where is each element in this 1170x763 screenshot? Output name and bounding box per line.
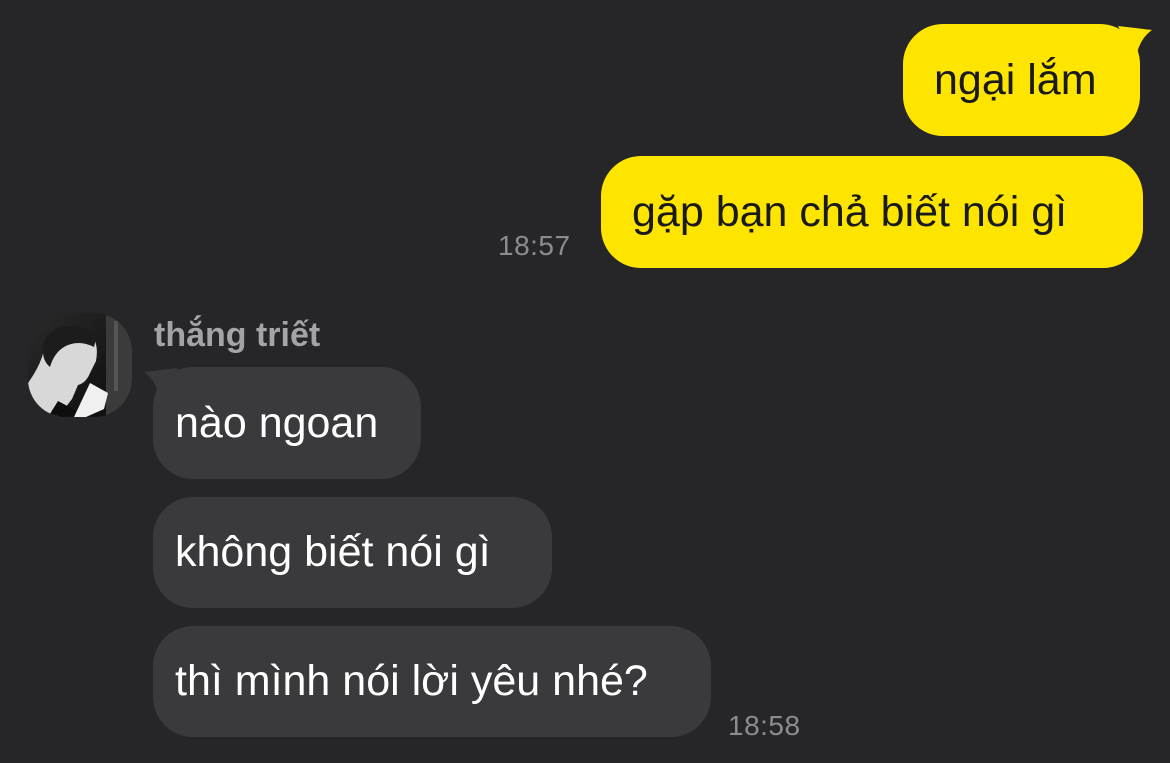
message-text: nào ngoan (175, 398, 379, 447)
incoming-message-bubble[interactable]: nào ngoan (153, 367, 421, 479)
chat-view: ngại lắm gặp bạn chả biết nói gì 18:57 t… (0, 0, 1170, 763)
message-timestamp: 18:57 (498, 230, 571, 261)
message-text: ngại lắm (934, 55, 1097, 104)
bubble-tail (1118, 26, 1152, 60)
sender-avatar[interactable] (28, 313, 132, 417)
outgoing-message-bubble[interactable]: ngại lắm (903, 24, 1140, 136)
profile-photo-icon (28, 313, 132, 417)
message-text: không biết nói gì (175, 528, 491, 576)
sender-name: thắng triết (154, 316, 321, 354)
incoming-message-bubble[interactable]: không biết nói gì (153, 497, 552, 608)
message-text: thì mình nói lời yêu nhé? (175, 657, 648, 705)
message-text: gặp bạn chả biết nói gì (632, 187, 1068, 236)
outgoing-message-bubble[interactable]: gặp bạn chả biết nói gì (601, 156, 1143, 268)
message-timestamp: 18:58 (728, 710, 801, 741)
incoming-message-bubble[interactable]: thì mình nói lời yêu nhé? (153, 626, 711, 737)
